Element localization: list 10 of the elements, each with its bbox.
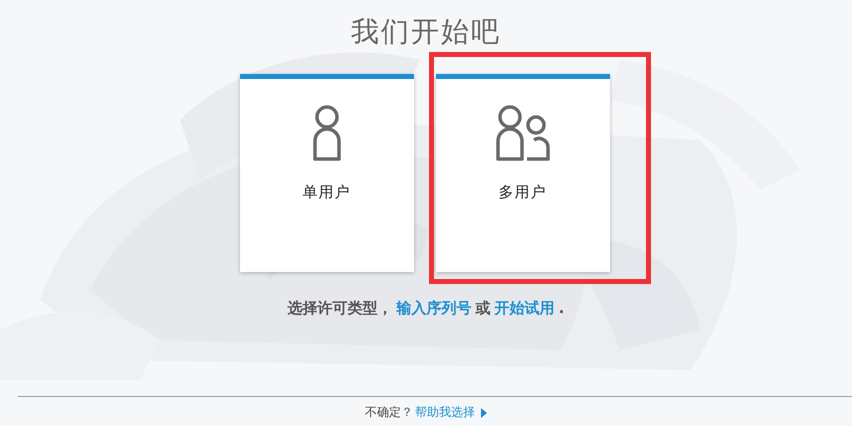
help-link[interactable]: 帮助我选择 [415,404,487,421]
play-icon [481,408,487,418]
option-card[interactable]: 单用户 [240,74,414,272]
people-icon [494,105,550,161]
instruction-text: 选择许可类型， 输入序列号 或 开始试用 . [288,299,564,318]
prompt-link[interactable]: 开始试用 [494,299,555,317]
question-text: 不确定？ [365,404,413,421]
option-card[interactable]: 多用户 [436,74,610,272]
page-title: 我们开始吧 [351,14,501,50]
prompt-link[interactable]: 输入序列号 [396,299,472,317]
